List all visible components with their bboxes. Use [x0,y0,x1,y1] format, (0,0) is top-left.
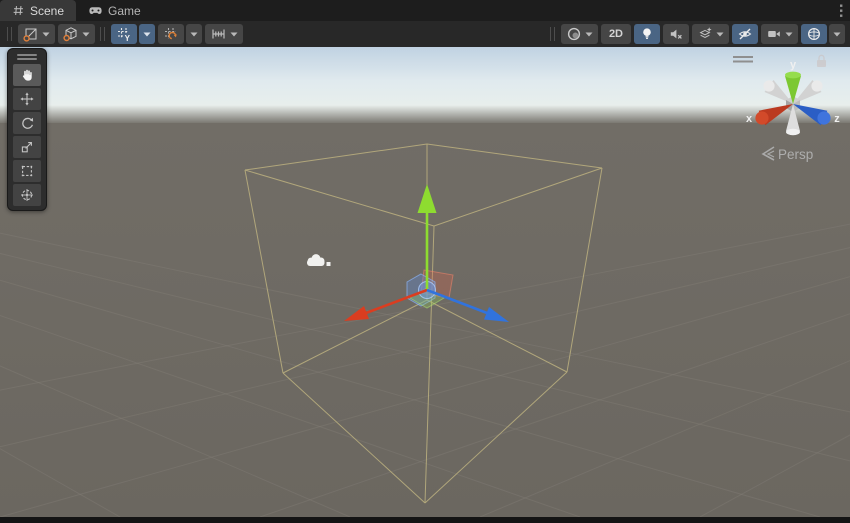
toolbar-separator [7,27,12,41]
toolbar-separator [550,27,555,41]
tool-view-hand[interactable] [13,64,41,86]
increment-snap-icon [210,26,227,42]
camera-view-button[interactable] [761,24,798,44]
tool-rect[interactable] [13,160,41,182]
horizon [0,105,850,125]
y-axis-cap[interactable] [785,72,801,79]
audio-muted-icon [668,26,684,42]
gizmos-dropdown[interactable] [829,24,845,44]
palette-drag-handle[interactable] [13,51,41,62]
kebab-menu-icon [839,4,843,18]
grid-snap-icon [163,26,179,42]
2d-toggle-button[interactable]: 2D [601,24,631,44]
scene-visibility-button[interactable] [732,24,758,44]
neg-z-cap[interactable] [811,80,822,91]
tool-move[interactable] [13,88,41,110]
grid-axis-icon: Y [116,26,132,42]
x-axis-cap[interactable] [755,111,768,124]
axis-label-x: x [746,113,753,125]
z-axis-cap[interactable] [817,111,830,124]
transform-tool-icon [20,188,34,202]
render-effects-button[interactable] [561,24,598,44]
tab-game-label: Game [108,4,141,18]
render-sphere-icon [566,26,582,42]
rotate-tool-icon [20,116,34,130]
tab-game[interactable]: Game [76,0,153,21]
tool-transform[interactable] [13,184,41,206]
tab-scene[interactable]: Scene [0,0,76,21]
snap-move-button[interactable] [158,24,184,44]
svg-text:Y: Y [125,34,131,42]
toolbar-right-group: 2D [548,24,845,44]
chevron-down-icon [82,32,90,37]
persp-label: Persp [778,147,813,162]
scene-toolbar: Y [0,21,850,47]
2d-label: 2D [606,28,626,40]
axis-label-z: z [834,113,840,125]
tool-rotate[interactable] [13,112,41,134]
tool-palette [7,48,47,211]
eye-slash-icon [737,26,753,42]
window-menu-button[interactable] [832,0,850,21]
chevron-down-icon [230,32,238,37]
draw-mode-button[interactable] [18,24,55,44]
camera-icon [766,26,782,42]
shaded-cube-icon [63,26,79,42]
tab-scene-label: Scene [30,4,64,18]
audio-mute-button[interactable] [663,24,689,44]
grid-axis-dropdown[interactable] [139,24,155,44]
chevron-down-icon [785,32,793,37]
grid-axis-button[interactable]: Y [111,24,137,44]
toolbar-separator [100,27,105,41]
neg-y-cap[interactable] [786,129,800,135]
neg-x-cap[interactable] [763,80,774,91]
gizmos-sphere-icon [806,26,822,42]
gamepad-icon [88,4,103,17]
snap-increment-button[interactable] [205,24,243,44]
chevron-down-icon [143,32,151,37]
rect-tool-icon [20,164,34,178]
chevron-down-icon [42,32,50,37]
unity-scene-window: Scene Game [0,0,850,523]
gizmos-button[interactable] [801,24,827,44]
hand-icon [20,68,34,82]
chevron-down-icon [190,32,198,37]
sky [0,47,850,109]
scale-tool-icon [20,140,34,154]
tab-bar: Scene Game [0,0,850,21]
draw-mode-icon [23,26,39,42]
effects-layers-icon [697,26,713,42]
scene-lighting-button[interactable] [634,24,660,44]
scene-grid-icon [12,4,25,17]
snap-move-dropdown[interactable] [186,24,202,44]
ground [0,123,850,517]
window-bottom-edge [0,517,850,523]
light-bulb-icon [639,26,655,42]
effects-button[interactable] [692,24,729,44]
move-tool-icon [20,92,34,106]
chevron-down-icon [716,32,724,37]
shading-mode-button[interactable] [58,24,95,44]
chevron-down-icon [585,32,593,37]
chevron-down-icon [833,32,841,37]
tool-scale[interactable] [13,136,41,158]
axis-label-y: y [790,59,797,71]
scene-viewport[interactable]: y x z Persp [0,47,850,517]
